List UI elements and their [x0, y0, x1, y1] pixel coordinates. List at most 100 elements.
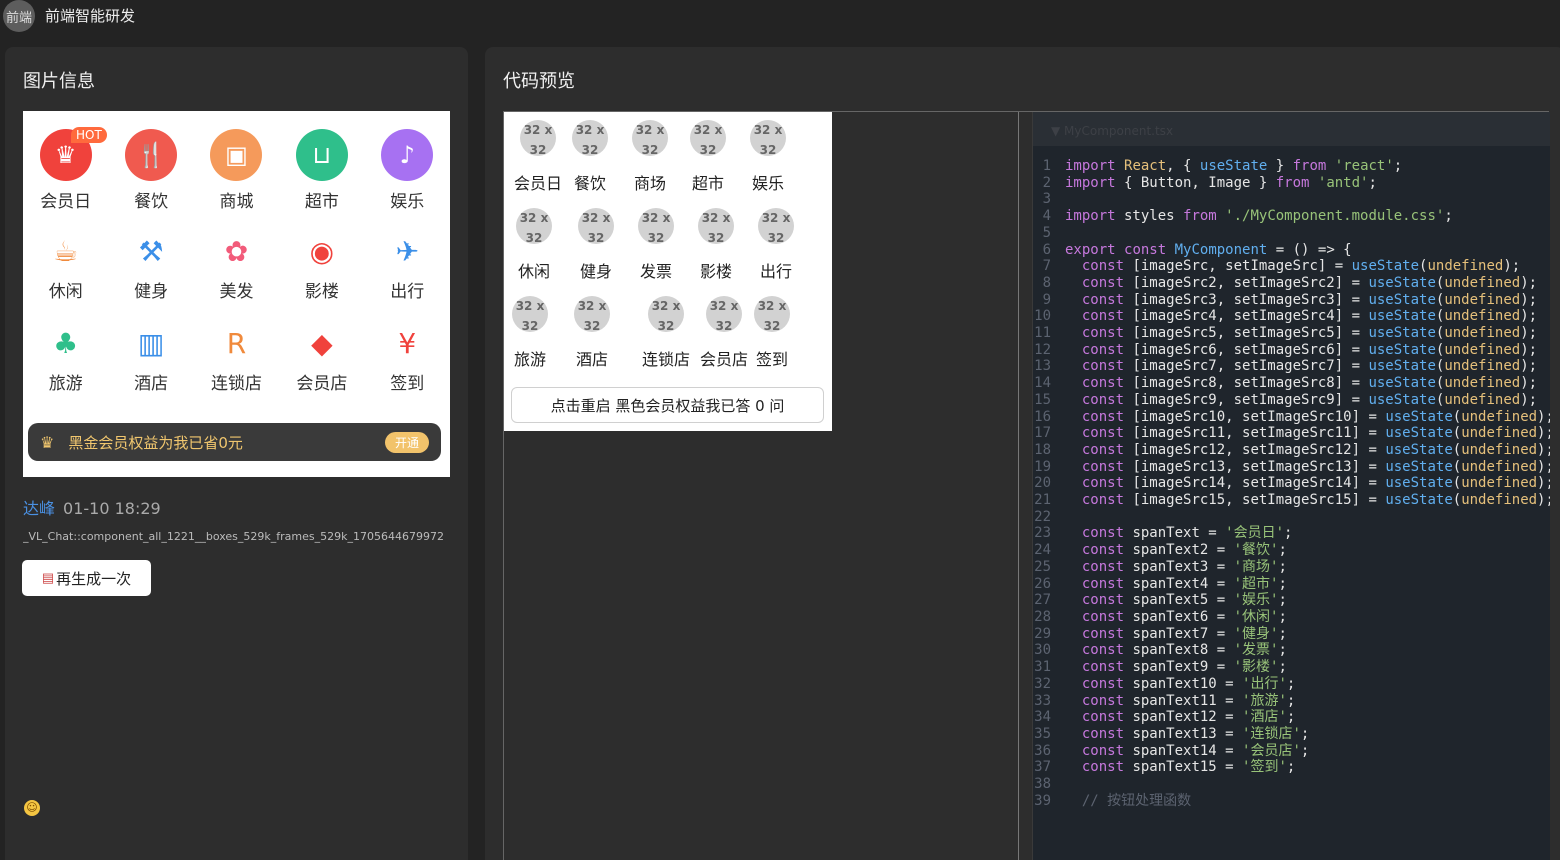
render-item-label: 影楼	[699, 262, 732, 281]
render-item: 32 x 32 健身	[578, 208, 614, 282]
line-number: 1	[1042, 158, 1051, 174]
airplane-icon: ✈	[395, 234, 420, 268]
render-item: 32 x 32 商场	[632, 120, 668, 194]
line-number: 27	[1034, 592, 1051, 609]
code-line: 19 const [imageSrc13, setImageSrc13] = u…	[1033, 459, 1550, 476]
render-item-label: 连锁店	[642, 350, 691, 369]
render-item: 32 x 32 发票	[638, 208, 674, 282]
code-line: 13 const [imageSrc7, setImageSrc7] = use…	[1033, 358, 1550, 375]
code-text: const [imageSrc15, setImageSrc15] = useS…	[1081, 492, 1550, 509]
line-number: 19	[1034, 458, 1051, 475]
code-line: 1 import React, { useState } from 'react'…	[1033, 158, 1550, 175]
line-number: 33	[1034, 692, 1051, 709]
code-text: import styles from './MyComponent.module…	[1065, 208, 1453, 225]
render-item: 32 x 32 会员店	[700, 296, 748, 370]
panel-title: 图片信息	[23, 71, 95, 92]
code-text: const spanText10 = '出行';	[1081, 675, 1296, 692]
code-text: const [imageSrc9, setImageSrc9] = useSta…	[1081, 391, 1538, 408]
grid-item: ☕ 休闲	[23, 221, 108, 313]
code-text: const [imageSrc3, setImageSrc3] = useSta…	[1081, 291, 1538, 308]
line-number: 26	[1034, 575, 1051, 592]
code-line: 39 // 按钮处理函数	[1033, 793, 1550, 810]
grid-item-label: 签到	[390, 374, 425, 394]
render-item-label: 酒店	[575, 350, 608, 369]
code-line: 37 const spanText15 = '签到';	[1033, 759, 1550, 776]
app-title: 前端智能研发	[45, 6, 136, 25]
shield-r-icon: R	[226, 326, 247, 360]
line-number: 23	[1034, 525, 1051, 542]
image-placeholder: 32 x 32	[512, 296, 548, 333]
image-placeholder: 32 x 32	[638, 208, 674, 245]
line-number: 3	[1042, 191, 1051, 208]
code-text: const [imageSrc11, setImageSrc11] = useS…	[1081, 425, 1550, 442]
code-line: 27 const spanText5 = '娱乐';	[1033, 592, 1550, 609]
basket-icon: ⊔	[295, 129, 348, 181]
code-line: 23 const spanText = '会员日';	[1033, 525, 1550, 542]
regenerate-button[interactable]: ▤ 再生成一次	[22, 560, 151, 596]
grid-item: ◆ 会员店	[279, 313, 364, 405]
source-image: ♛ 会员日 HOT 🍴 餐饮 ▣ 商城 ⊔ 超市 ♪ 娱乐 ☕ 休闲 ⚒ 健身 ✿ 美发 ◉ 影楼 ✈ 出行 ♣ 旅游 ▥ 酒店…	[23, 111, 450, 477]
timestamp: 01-10 18:29	[63, 499, 161, 518]
image-placeholder: 32 x 32	[632, 120, 668, 157]
split-divider[interactable]	[1018, 112, 1019, 860]
code-line: 28 const spanText6 = '休闲';	[1033, 609, 1550, 626]
code-text: const spanText7 = '健身';	[1081, 625, 1287, 642]
line-number: 13	[1034, 358, 1051, 375]
code-line: 29 const spanText7 = '健身';	[1033, 626, 1550, 643]
grid-item-label: 旅游	[48, 374, 83, 394]
code-file-tab[interactable]: ▼ MyComponent.tsx	[1033, 112, 1550, 146]
code-text: const spanText11 = '旅游';	[1081, 692, 1296, 709]
line-number: 30	[1034, 642, 1051, 659]
code-line: 9 const [imageSrc3, setImageSrc3] = useS…	[1033, 292, 1550, 309]
code-line: 21 const [imageSrc15, setImageSrc15] = u…	[1033, 492, 1550, 509]
line-number: 14	[1034, 375, 1051, 392]
author-link[interactable]: 达峰	[23, 499, 55, 518]
dumbbell-icon: ⚒	[138, 234, 164, 268]
render-item-label: 会员店	[700, 350, 749, 369]
preview-frame: 32 x 32 会员日 32 x 32 餐饮 32 x 32 商场 32 x 32 超市 32 …	[503, 111, 1550, 860]
books-icon: ▤	[41, 570, 55, 585]
line-number: 39	[1034, 792, 1051, 809]
vip-banner: ♛ 黑金会员权益为我已省0元 开通	[28, 423, 441, 461]
render-item-label: 餐饮	[573, 174, 606, 193]
line-number: 16	[1034, 408, 1051, 425]
vip-text: 黑金会员权益为我已省0元	[68, 433, 243, 452]
line-number: 9	[1042, 291, 1051, 308]
rendered-preview: 32 x 32 会员日 32 x 32 餐饮 32 x 32 商场 32 x 32 超市 32 …	[504, 112, 832, 431]
render-item-label: 发票	[639, 262, 672, 281]
code-line: 26 const spanText4 = '超市';	[1033, 576, 1550, 593]
code-preview-panel: 代码预览 32 x 32 会员日 32 x 32 餐饮 32 x 32 商场 32 x 32…	[485, 47, 1560, 860]
code-line: 36 const spanText14 = '会员店';	[1033, 743, 1550, 760]
grid-item: ♛ 会员日 HOT	[23, 127, 108, 221]
code-text: const [imageSrc10, setImageSrc10] = useS…	[1081, 408, 1550, 425]
code-text: import React, { useState } from 'react';	[1065, 158, 1403, 174]
grid-item: ♪ 娱乐	[365, 129, 450, 221]
render-item-label: 休闲	[517, 262, 550, 281]
code-editor[interactable]: ▼ MyComponent.tsx 1 import React, { useSt…	[1032, 112, 1550, 860]
line-number: 35	[1034, 725, 1051, 742]
code-line: 12 const [imageSrc6, setImageSrc6] = use…	[1033, 342, 1550, 359]
line-number: 32	[1034, 675, 1051, 692]
code-text: const spanText13 = '连锁店';	[1081, 725, 1310, 742]
line-number: 36	[1034, 742, 1051, 759]
code-line: 7 const [imageSrc, setImageSrc] = useSta…	[1033, 258, 1550, 275]
emoji-icon[interactable]: ☺	[24, 800, 40, 816]
vip-open-button: 开通	[384, 431, 429, 453]
render-item-label: 签到	[755, 350, 788, 369]
line-number: 15	[1034, 391, 1051, 408]
render-item: 32 x 32 超市	[690, 120, 726, 194]
render-action-button[interactable]: 点击重启 黑色会员权益我已答 0 问	[511, 387, 824, 423]
grid-item-label: 酒店	[134, 374, 169, 394]
grid-item: ✿ 美发	[194, 221, 279, 313]
render-item: 32 x 32 出行	[758, 208, 794, 282]
line-number: 2	[1042, 174, 1051, 191]
line-number: 31	[1034, 659, 1051, 676]
render-item: 32 x 32 会员日	[514, 120, 562, 194]
image-info-panel: 图片信息 ♛ 会员日 HOT 🍴 餐饮 ▣ 商城 ⊔ 超市 ♪ 娱乐 ☕ 休闲 ⚒ 健身 ✿ 美发 ◉ 影楼 ✈ 出行 ♣…	[5, 47, 468, 860]
code-line: 33 const spanText11 = '旅游';	[1033, 693, 1550, 710]
code-line: 35 const spanText13 = '连锁店';	[1033, 726, 1550, 743]
grid-item: ✈ 出行	[365, 221, 450, 313]
code-line: 10 const [imageSrc4, setImageSrc4] = use…	[1033, 308, 1550, 325]
code-text: const [imageSrc4, setImageSrc4] = useSta…	[1081, 308, 1538, 325]
app-logo: 前端	[3, 0, 35, 32]
